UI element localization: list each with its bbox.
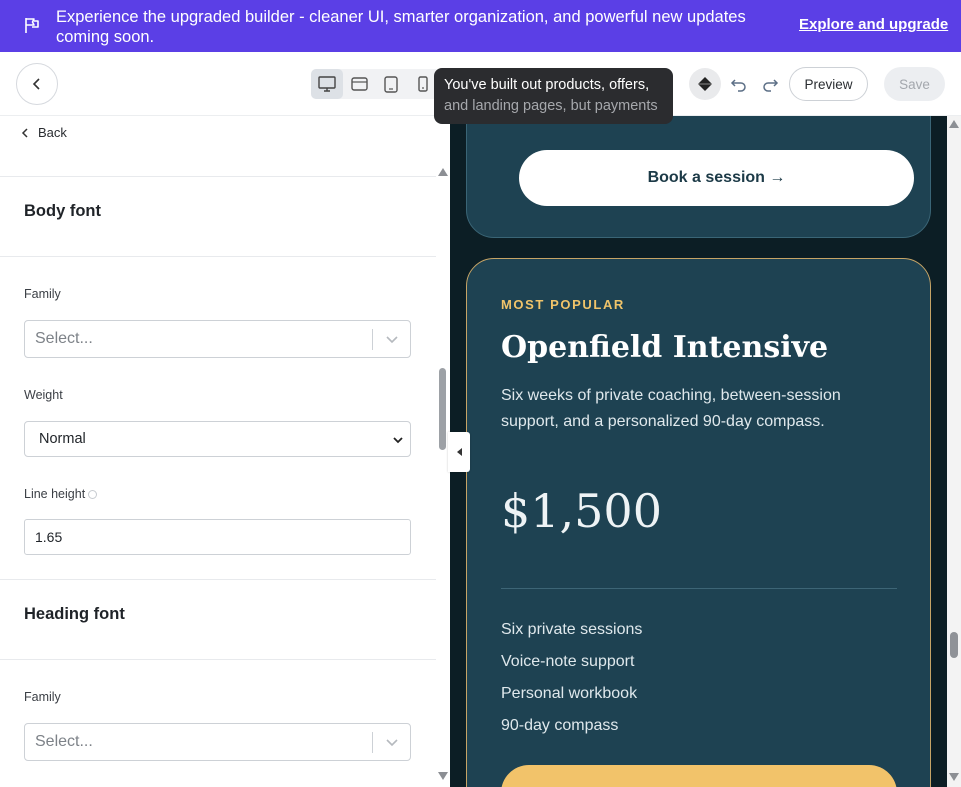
line-height-label: Line height xyxy=(24,487,98,501)
plan-title: Openfield Intensive xyxy=(501,330,829,365)
flag-icon xyxy=(25,18,39,33)
feature-item: Personal workbook xyxy=(501,685,638,702)
preview-button[interactable]: Preview xyxy=(789,67,868,101)
heading-font-heading: Heading font xyxy=(24,605,125,623)
feature-item: Voice-note support xyxy=(501,653,635,670)
tablet-landscape-icon xyxy=(350,77,368,91)
tablet-portrait-icon xyxy=(384,75,398,93)
mobile-icon xyxy=(418,76,428,92)
save-button[interactable]: Save xyxy=(884,67,945,101)
theme-styles-button[interactable] xyxy=(689,68,721,100)
collapse-panel-button[interactable] xyxy=(448,432,470,472)
scroll-thumb[interactable] xyxy=(950,632,958,658)
undo-icon[interactable] xyxy=(729,74,749,94)
divider xyxy=(0,659,436,660)
body-font-heading: Body font xyxy=(24,202,101,220)
preview-scrollbar[interactable] xyxy=(947,116,961,787)
card-divider xyxy=(501,588,897,589)
font-settings-panel: Back Body font Family Select... Weight N… xyxy=(0,116,436,787)
tablet-portrait-view-button[interactable] xyxy=(375,69,407,99)
scroll-down-arrow[interactable] xyxy=(949,773,959,781)
back-label: Back xyxy=(38,125,67,140)
body-weight-select[interactable]: Normal xyxy=(24,421,411,457)
info-icon[interactable] xyxy=(88,490,98,499)
scroll-up-arrow[interactable] xyxy=(949,120,959,128)
redo-icon[interactable] xyxy=(760,74,780,94)
divider xyxy=(0,579,436,580)
desktop-view-button[interactable] xyxy=(311,69,343,99)
feature-item: 90-day compass xyxy=(501,717,619,734)
chevron-left-icon xyxy=(21,127,28,138)
scroll-down-arrow[interactable] xyxy=(438,772,448,780)
body-family-select[interactable]: Select... xyxy=(24,320,411,358)
exit-editor-button[interactable] xyxy=(16,63,58,105)
chevron-down-icon xyxy=(393,437,403,444)
divider xyxy=(0,256,436,257)
device-switcher xyxy=(311,69,441,99)
scroll-up-arrow[interactable] xyxy=(438,168,448,176)
heading-family-select[interactable]: Select... xyxy=(24,723,411,761)
scroll-thumb[interactable] xyxy=(439,368,446,450)
body-weight-value: Normal xyxy=(39,431,86,447)
chevron-down-icon xyxy=(386,336,398,344)
tooltip-line-1: You've built out products, offers, xyxy=(444,77,650,93)
plan-price: $1,500 xyxy=(501,484,662,538)
line-height-label-text: Line height xyxy=(24,487,86,501)
payments-tooltip: You've built out products, offers, and l… xyxy=(434,68,673,124)
plan-description: Six weeks of private coaching, between-s… xyxy=(501,387,841,430)
back-link[interactable]: Back xyxy=(20,125,67,140)
heading-family-label: Family xyxy=(24,690,61,704)
diamond-icon xyxy=(698,77,712,91)
book-session-button[interactable]: Book a session → xyxy=(519,150,914,206)
tooltip-line-2: and landing pages, but payments xyxy=(444,98,658,114)
select-separator xyxy=(372,329,373,350)
body-family-placeholder: Select... xyxy=(35,330,93,347)
chevron-down-icon xyxy=(386,739,398,747)
page-preview: Book a session → MOST POPULAR Openfield … xyxy=(450,116,947,787)
feature-item: Six private sessions xyxy=(501,621,643,638)
tablet-landscape-view-button[interactable] xyxy=(343,69,375,99)
line-height-input[interactable]: 1.65 xyxy=(24,519,411,555)
banner-message: Experience the upgraded builder - cleane… xyxy=(56,8,746,46)
desktop-icon xyxy=(318,76,336,92)
divider xyxy=(0,176,436,177)
upgrade-banner: Experience the upgraded builder - cleane… xyxy=(0,0,961,52)
body-family-label: Family xyxy=(24,287,61,301)
caret-left-icon xyxy=(456,448,462,456)
most-popular-badge: MOST POPULAR xyxy=(501,297,625,312)
select-separator xyxy=(372,732,373,753)
chevron-left-icon xyxy=(32,78,40,90)
heading-family-placeholder: Select... xyxy=(35,733,93,750)
pricing-card-previous: Book a session → xyxy=(466,116,931,238)
explore-upgrade-link[interactable]: Explore and upgrade xyxy=(799,16,948,33)
body-weight-label: Weight xyxy=(24,388,63,402)
plan-cta-button[interactable] xyxy=(501,765,897,787)
